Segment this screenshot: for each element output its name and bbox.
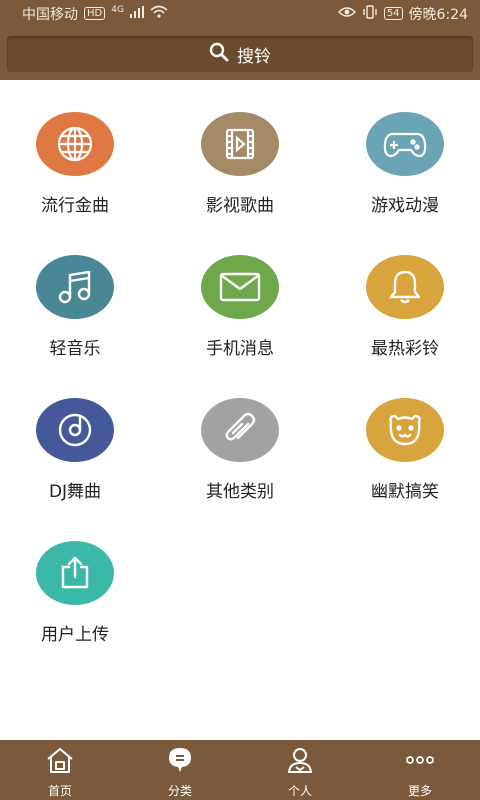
upload-icon — [61, 556, 89, 589]
nav-category[interactable]: 分类 — [120, 740, 240, 800]
person-icon — [286, 745, 314, 775]
category-label: DJ舞曲 — [48, 482, 102, 502]
category-circle — [36, 112, 114, 176]
search-label: 搜铃 — [237, 46, 271, 67]
category-popular-songs[interactable]: 流行金曲 — [0, 112, 150, 216]
category-label: 流行金曲 — [41, 196, 109, 216]
category-circle — [36, 541, 114, 605]
network-type: 4G — [111, 4, 124, 15]
paperclip-icon — [225, 412, 256, 441]
globe-icon — [57, 126, 93, 162]
category-film-tv-songs[interactable]: 影视歌曲 — [165, 112, 315, 216]
nav-more-label: 更多 — [407, 784, 432, 798]
vibrate-icon — [362, 4, 378, 23]
music-note-icon — [58, 270, 91, 304]
category-label: 影视歌曲 — [206, 196, 274, 216]
category-light-music[interactable]: 轻音乐 — [0, 255, 150, 359]
category-circle — [201, 398, 279, 462]
search-icon — [209, 42, 229, 67]
category-label: 用户上传 — [41, 625, 109, 645]
category-user-upload[interactable]: 用户上传 — [0, 541, 150, 645]
category-circle — [366, 398, 444, 462]
status-bar: 中国移动 HD 4G 54 傍晚6:24 — [0, 0, 480, 27]
app-header: 搜铃 — [0, 27, 480, 80]
category-hot-ringtones[interactable]: 最热彩铃 — [330, 255, 480, 359]
eye-comfort-icon — [337, 6, 356, 22]
category-label: 其他类别 — [206, 482, 274, 502]
smiley-icon — [389, 414, 421, 446]
bottom-nav: 首页 分类 个人 更多 — [0, 740, 480, 800]
nav-category-label: 分类 — [167, 784, 192, 798]
category-icon — [166, 745, 194, 775]
nav-profile[interactable]: 个人 — [240, 740, 360, 800]
category-circle — [201, 112, 279, 176]
category-circle — [201, 255, 279, 319]
category-label: 轻音乐 — [49, 339, 101, 359]
hd-badge: HD — [84, 7, 106, 20]
envelope-icon — [219, 272, 261, 302]
category-humor[interactable]: 幽默搞笑 — [330, 398, 480, 502]
category-label: 手机消息 — [206, 339, 274, 359]
wifi-icon — [150, 5, 168, 22]
bell-icon — [389, 270, 421, 304]
carrier-name: 中国移动 — [22, 6, 78, 23]
category-other[interactable]: 其他类别 — [165, 398, 315, 502]
battery-icon: 54 — [383, 7, 403, 20]
nav-home-label: 首页 — [47, 784, 72, 798]
category-circle — [366, 255, 444, 319]
nav-home[interactable]: 首页 — [0, 740, 120, 800]
search-button[interactable]: 搜铃 — [7, 36, 473, 72]
nav-profile-label: 个人 — [287, 784, 312, 798]
category-circle — [36, 398, 114, 462]
category-phone-messages[interactable]: 手机消息 — [165, 255, 315, 359]
gamepad-icon — [383, 132, 427, 158]
category-dj-dance[interactable]: DJ舞曲 — [0, 398, 150, 502]
home-icon — [45, 745, 75, 775]
video-icon — [225, 128, 255, 160]
disc-icon — [58, 413, 92, 447]
signal-icon — [129, 5, 144, 22]
category-label: 游戏动漫 — [371, 196, 439, 216]
more-icon — [405, 745, 435, 775]
category-circle — [36, 255, 114, 319]
category-games-anime[interactable]: 游戏动漫 — [330, 112, 480, 216]
category-circle — [366, 112, 444, 176]
nav-more[interactable]: 更多 — [360, 740, 480, 800]
clock-time: 傍晚6:24 — [408, 6, 468, 23]
category-label: 幽默搞笑 — [371, 482, 439, 502]
category-label: 最热彩铃 — [371, 339, 439, 359]
